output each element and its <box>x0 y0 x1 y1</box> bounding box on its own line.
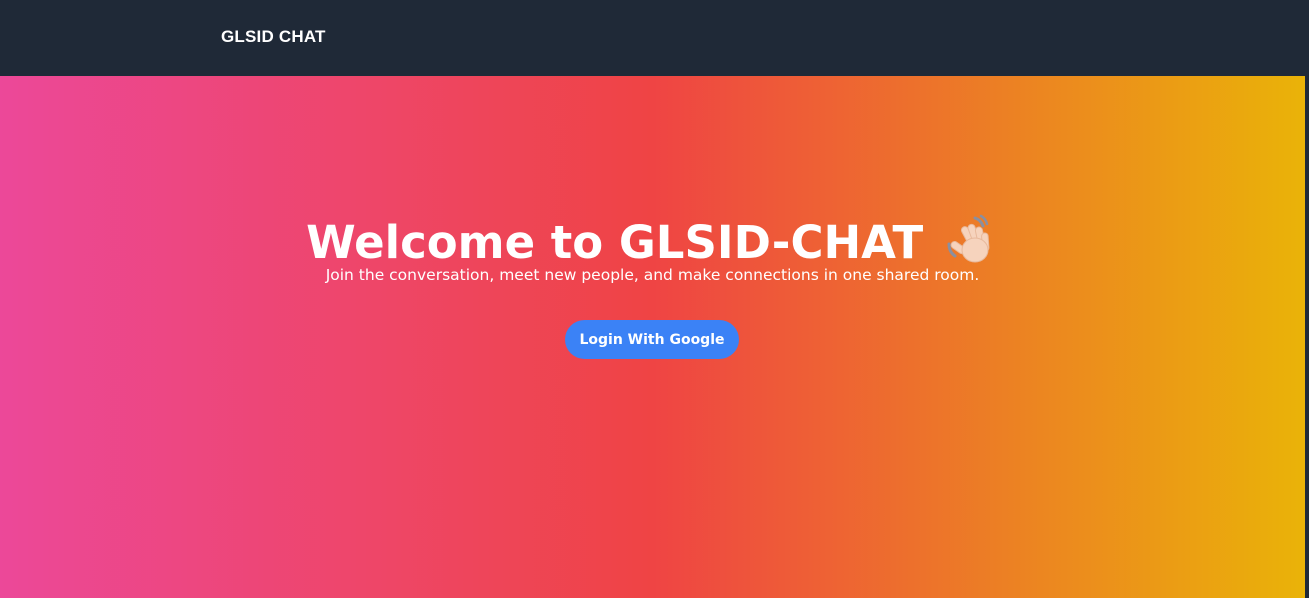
page-scrollbar[interactable] <box>1305 76 1309 598</box>
waving-hand-icon <box>947 214 990 263</box>
brand-title[interactable]: GLSID CHAT <box>221 27 326 47</box>
hero-subtitle: Join the conversation, meet new people, … <box>325 266 980 284</box>
hero-title-text: Welcome to GLSID-CHAT <box>306 216 924 269</box>
top-navbar: GLSID CHAT <box>0 0 1309 76</box>
login-with-google-button[interactable]: Login With Google <box>565 320 739 359</box>
hero-section: Welcome to GLSID-CHAT Join the conversat… <box>0 76 1305 598</box>
